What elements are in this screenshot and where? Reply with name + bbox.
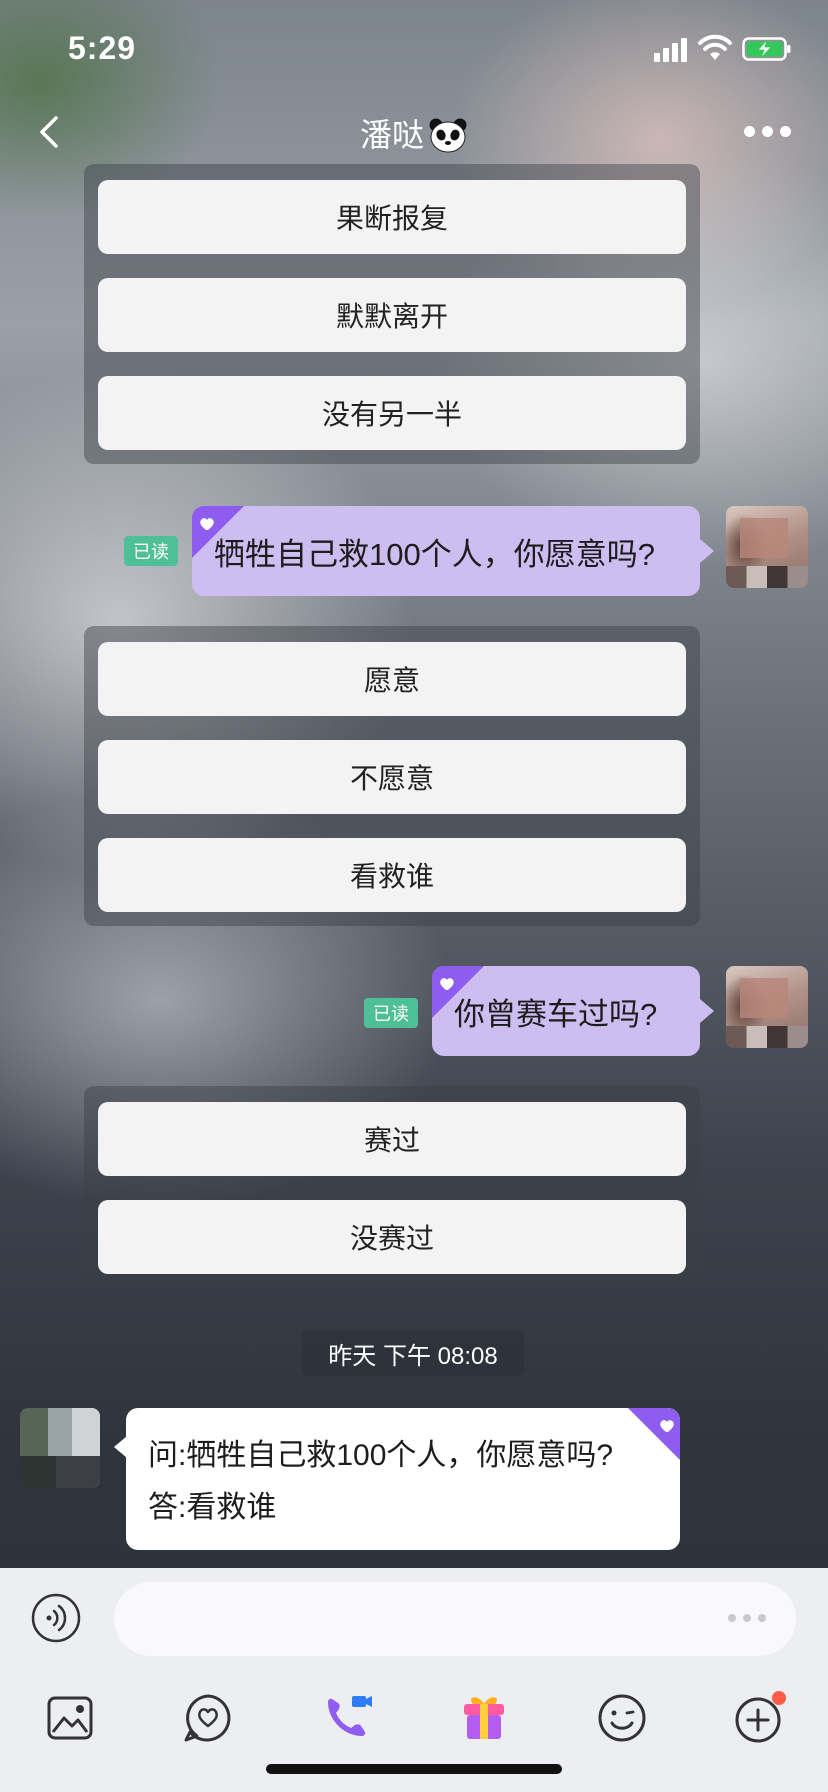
bubble-tail [700, 999, 714, 1023]
option-button[interactable]: 没赛过 [98, 1200, 686, 1274]
cellular-signal-icon [654, 38, 688, 62]
chat-title[interactable]: 潘哒 [0, 110, 828, 156]
status-bar: 5:29 [0, 0, 828, 96]
option-card: 赛过 没赛过 [84, 1086, 700, 1288]
option-button[interactable]: 愿意 [98, 642, 686, 716]
option-button[interactable]: 果断报复 [98, 180, 686, 254]
read-status-badge: 已读 [364, 998, 418, 1028]
notification-dot [772, 1691, 786, 1705]
message-text: 牺牲自己救100个人，你愿意吗? [214, 536, 655, 572]
qa-answer-line: 答:看救谁 [148, 1491, 277, 1524]
read-status-badge: 已读 [124, 536, 178, 566]
video-call-icon[interactable] [318, 1690, 374, 1746]
contact-avatar[interactable] [20, 1408, 100, 1488]
message-timestamp: 昨天 下午 08:08 [302, 1330, 524, 1376]
heart-corner-icon [432, 966, 484, 1018]
sent-message-bubble[interactable]: 牺牲自己救100个人，你愿意吗? [192, 506, 700, 596]
heart-corner-icon [628, 1408, 680, 1460]
home-indicator[interactable] [266, 1764, 562, 1774]
input-bar [0, 1568, 828, 1792]
plus-icon[interactable] [732, 1690, 788, 1746]
qa-question-line: 问:牺牲自己救100个人，你愿意吗? [148, 1439, 614, 1472]
heart-corner-icon [192, 506, 244, 558]
battery-charging-icon [742, 37, 791, 61]
option-button[interactable]: 默默离开 [98, 278, 686, 352]
image-icon[interactable] [42, 1690, 98, 1746]
voice-input-icon[interactable] [30, 1592, 82, 1644]
ellipsis-icon[interactable] [728, 1614, 768, 1624]
contact-name: 潘哒 [359, 117, 424, 153]
heart-chat-icon[interactable] [180, 1690, 236, 1746]
sent-message-bubble[interactable]: 你曾赛车过吗? [432, 966, 700, 1056]
option-card: 果断报复 默默离开 没有另一半 [84, 164, 700, 464]
chat-header: 潘哒 [0, 96, 828, 172]
gift-icon[interactable] [456, 1690, 512, 1746]
message-input[interactable] [114, 1582, 796, 1656]
option-button[interactable]: 不愿意 [98, 740, 686, 814]
more-options-icon[interactable] [744, 124, 792, 138]
message-text: 你曾赛车过吗? [454, 996, 658, 1032]
chat-toolbar [0, 1690, 828, 1754]
my-avatar[interactable] [726, 506, 808, 588]
option-button[interactable]: 没有另一半 [98, 376, 686, 450]
status-time: 5:29 [68, 30, 137, 66]
bubble-tail [700, 539, 714, 563]
option-card: 愿意 不愿意 看救谁 [84, 626, 700, 926]
emoji-icon[interactable] [594, 1690, 650, 1746]
option-button[interactable]: 看救谁 [98, 838, 686, 912]
my-avatar[interactable] [726, 966, 808, 1048]
panda-emoji-icon [429, 118, 467, 153]
received-message-bubble[interactable]: 问:牺牲自己救100个人，你愿意吗? 答:看救谁 [126, 1408, 680, 1550]
wifi-icon [698, 34, 732, 60]
option-button[interactable]: 赛过 [98, 1102, 686, 1176]
